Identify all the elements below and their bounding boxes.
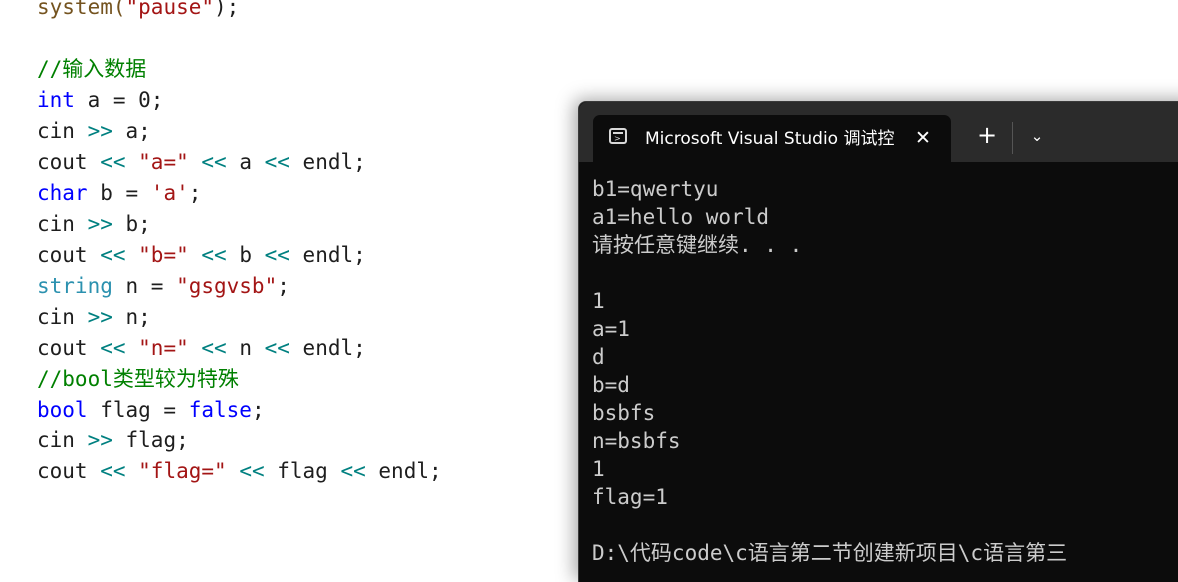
code-token: cout	[37, 336, 101, 360]
console-icon: >_	[609, 128, 627, 144]
code-token: char	[37, 181, 88, 205]
code-token: cin	[37, 119, 88, 143]
code-token: cout	[37, 459, 101, 483]
new-tab-button[interactable]: +	[973, 122, 1001, 150]
code-token: ;	[188, 181, 202, 205]
chevron-down-icon[interactable]: ⌄	[1023, 122, 1051, 150]
code-token: system(	[37, 0, 126, 19]
code-line[interactable]: cout << "n=" << n << endl;	[37, 333, 366, 364]
code-token: "a="	[125, 150, 202, 174]
code-token: a	[226, 150, 265, 174]
code-token: <<	[264, 243, 290, 267]
code-token: ;	[251, 398, 265, 422]
console-output-line: 1	[592, 289, 605, 313]
code-token: 'a'	[150, 181, 189, 205]
code-token: cin	[37, 428, 88, 452]
code-token: >>	[87, 212, 113, 236]
code-token: //输入数据	[37, 57, 147, 81]
code-token: cout	[37, 150, 101, 174]
code-token: flag	[264, 459, 341, 483]
code-token: n =	[112, 274, 177, 298]
console-output-line: n=bsbfs	[592, 429, 681, 453]
code-token: cin	[37, 212, 88, 236]
code-line[interactable]: cout << "a=" << a << endl;	[37, 147, 366, 178]
code-token: "pause"	[125, 0, 215, 19]
code-line[interactable]: cin >> flag;	[37, 425, 189, 456]
code-line[interactable]: char b = 'a';	[37, 178, 201, 209]
code-token: n;	[112, 305, 151, 329]
code-token: <<	[100, 459, 126, 483]
code-token: "gsgvsb"	[176, 274, 278, 298]
console-output-line: bsbfs	[592, 401, 656, 425]
code-token: "b="	[125, 243, 202, 267]
debug-console-window[interactable]: >_ Microsoft Visual Studio 调试控制台 ✕ + ⌄ b…	[578, 101, 1178, 582]
code-token: <<	[201, 336, 227, 360]
code-token: <<	[100, 150, 126, 174]
code-token: a = 0;	[74, 88, 164, 112]
code-token: >>	[87, 428, 113, 452]
console-output-line: a1=hello world	[592, 205, 770, 229]
console-output-line: b=d	[592, 373, 630, 397]
code-token: );	[214, 0, 240, 19]
code-token: endl;	[289, 243, 366, 267]
code-token: b;	[112, 212, 151, 236]
code-line[interactable]: system("pause");	[37, 0, 239, 23]
code-token: //bool类型较为特殊	[37, 367, 239, 391]
console-output-line: d	[592, 345, 605, 369]
console-output-line: D:\代码code\c语言第二节创建新项目\c语言第三	[592, 541, 1068, 565]
code-token: <<	[264, 150, 290, 174]
code-token: endl;	[289, 150, 366, 174]
code-token: <<	[340, 459, 366, 483]
code-token: false	[188, 398, 252, 422]
code-line[interactable]: string n = "gsgvsb";	[37, 271, 290, 302]
code-token: <<	[100, 336, 126, 360]
code-token: <<	[201, 243, 227, 267]
code-token: <<	[264, 336, 290, 360]
code-line[interactable]: cin >> a;	[37, 116, 151, 147]
code-token: a;	[112, 119, 151, 143]
console-output-line: b1=qwertyu	[592, 177, 719, 201]
code-line[interactable]: cin >> b;	[37, 209, 151, 240]
title-bar[interactable]: >_ Microsoft Visual Studio 调试控制台 ✕ + ⌄	[579, 102, 1178, 162]
code-token: b	[226, 243, 265, 267]
code-token: string	[37, 274, 113, 298]
code-line[interactable]: bool flag = false;	[37, 395, 265, 426]
code-token: ;	[277, 274, 290, 298]
code-token: >>	[87, 305, 113, 329]
tab-debug-console[interactable]: >_ Microsoft Visual Studio 调试控制台 ✕	[593, 115, 951, 162]
code-line[interactable]: cout << "flag=" << flag << endl;	[37, 456, 442, 487]
code-token: >>	[87, 119, 113, 143]
code-line[interactable]: //输入数据	[37, 54, 146, 85]
code-token: endl;	[365, 459, 442, 483]
console-output-line: 请按任意键继续. . .	[592, 233, 803, 257]
console-output-line: flag=1	[592, 485, 668, 509]
code-line[interactable]: //bool类型较为特殊	[37, 364, 239, 395]
console-output-line: a=1	[592, 317, 630, 341]
code-token: flag =	[87, 398, 189, 422]
code-line[interactable]: cin >> n;	[37, 302, 151, 333]
code-token: endl;	[289, 336, 366, 360]
code-token: cout	[37, 243, 101, 267]
code-token: flag;	[112, 428, 189, 452]
code-token: <<	[100, 243, 126, 267]
code-line[interactable]: int a = 0;	[37, 85, 163, 116]
code-token: cin	[37, 305, 88, 329]
divider	[1012, 122, 1013, 154]
code-line[interactable]: cout << "b=" << b << endl;	[37, 240, 366, 271]
code-token: int	[37, 88, 75, 112]
code-token: n	[226, 336, 265, 360]
code-token: <<	[239, 459, 265, 483]
code-token: bool	[37, 398, 88, 422]
close-icon[interactable]: ✕	[911, 126, 935, 150]
code-token: "n="	[125, 336, 202, 360]
tab-title: Microsoft Visual Studio 调试控制台	[645, 129, 895, 149]
code-token: b =	[87, 181, 151, 205]
code-token: "flag="	[125, 459, 240, 483]
code-token: <<	[201, 150, 227, 174]
console-output-line: 1	[592, 457, 605, 481]
